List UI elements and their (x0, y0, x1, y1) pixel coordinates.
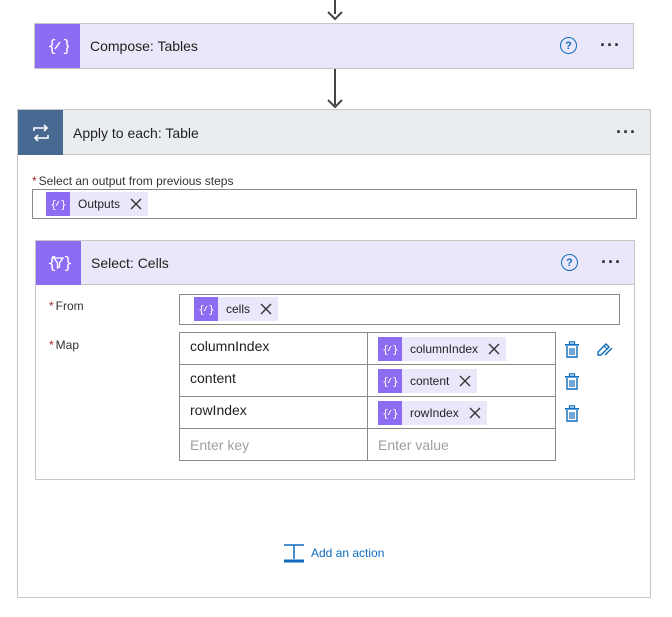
remove-token-icon[interactable] (258, 301, 274, 317)
from-field-label: * From (49, 299, 84, 313)
add-action-icon (284, 544, 304, 563)
output-field-label: * Select an output from previous steps (32, 174, 234, 188)
map-table: columnIndex {} columnIndex content (179, 332, 556, 461)
map-value-cell[interactable]: {} columnIndex (367, 332, 556, 365)
map-row-new: Enter key Enter value (179, 428, 556, 461)
expression-icon: {} (378, 400, 402, 425)
help-icon[interactable]: ? (560, 37, 577, 54)
svg-text:}: } (208, 303, 214, 316)
svg-text:}: } (63, 253, 71, 272)
expression-icon: {} (378, 336, 402, 361)
token-label: Outputs (78, 197, 121, 211)
expression-icon: {} (378, 368, 402, 393)
svg-text:}: } (392, 343, 398, 356)
token-label: content (410, 373, 450, 388)
more-options-icon[interactable]: ··· (601, 253, 622, 271)
token-label: rowIndex (410, 405, 459, 420)
required-marker: * (49, 338, 54, 352)
required-marker: * (32, 174, 37, 188)
add-action-label: Add an action (311, 546, 385, 560)
svg-text:{: { (47, 36, 57, 55)
compose-action-title[interactable]: Compose: Tables (90, 38, 198, 54)
trash-icon[interactable] (564, 405, 580, 423)
apply-to-each-header[interactable]: Apply to each: Table ··· (18, 110, 650, 155)
svg-text:{: { (382, 407, 389, 420)
map-row: columnIndex {} columnIndex (179, 332, 556, 365)
select-action-title[interactable]: Select: Cells (91, 255, 169, 271)
svg-text:{: { (47, 253, 57, 272)
map-row: rowIndex {} rowIndex (179, 396, 556, 429)
select-action-header[interactable]: { } Select: Cells ? ··· (36, 241, 634, 285)
more-options-icon[interactable]: ··· (600, 36, 621, 54)
map-key-cell[interactable]: columnIndex (179, 332, 368, 365)
svg-text:{: { (382, 343, 389, 356)
remove-token-icon[interactable] (128, 196, 144, 212)
switch-to-text-mode-icon[interactable] (595, 340, 613, 358)
svg-text:}: } (62, 36, 69, 55)
map-key-cell[interactable]: content (179, 364, 368, 397)
enter-key-input[interactable]: Enter key (179, 428, 368, 461)
columnIndex-token[interactable]: {} columnIndex (378, 336, 507, 361)
svg-text:{: { (382, 375, 389, 388)
trash-icon[interactable] (564, 373, 580, 391)
more-options-icon[interactable]: ··· (616, 123, 637, 141)
token-label: columnIndex (410, 341, 479, 356)
required-marker: * (49, 299, 54, 313)
svg-text:}: } (392, 375, 398, 388)
enter-value-input[interactable]: Enter value (367, 428, 556, 461)
select-action-icon: { } (36, 241, 81, 285)
from-input[interactable]: {} cells (179, 294, 620, 325)
svg-text:{: { (50, 198, 57, 211)
svg-text:}: } (392, 407, 398, 420)
trash-icon[interactable] (564, 341, 580, 359)
map-field-label: * Map (49, 338, 80, 352)
expression-icon: {} (46, 192, 70, 216)
output-input[interactable]: {} Outputs (32, 189, 637, 219)
apply-to-each-card: Apply to each: Table ··· * Select an outp… (17, 109, 651, 598)
remove-token-icon[interactable] (467, 405, 483, 421)
add-action-button[interactable]: Add an action (283, 543, 384, 563)
compose-action-icon: { } (35, 24, 80, 68)
svg-text:}: } (60, 198, 66, 211)
map-value-cell[interactable]: {} rowIndex (367, 396, 556, 429)
content-token[interactable]: {} content (378, 368, 478, 393)
map-row: content {} content (179, 364, 556, 397)
select-action-card: { } Select: Cells ? ··· *From {} cells (35, 240, 635, 480)
map-key-cell[interactable]: rowIndex (179, 396, 368, 429)
map-value-cell[interactable]: {} content (367, 364, 556, 397)
token-label: cells (226, 302, 251, 316)
loop-icon (18, 110, 63, 155)
help-icon[interactable]: ? (561, 254, 578, 271)
apply-to-each-title[interactable]: Apply to each: Table (73, 125, 199, 141)
remove-token-icon[interactable] (457, 373, 473, 389)
rowIndex-token[interactable]: {} rowIndex (378, 400, 487, 425)
compose-action-card[interactable]: { } Compose: Tables ? ··· (34, 23, 634, 69)
cells-token[interactable]: {} cells (194, 297, 279, 321)
svg-text:{: { (198, 303, 205, 316)
outputs-token[interactable]: {} Outputs (46, 192, 149, 216)
remove-token-icon[interactable] (486, 341, 502, 357)
expression-icon: {} (194, 297, 218, 321)
